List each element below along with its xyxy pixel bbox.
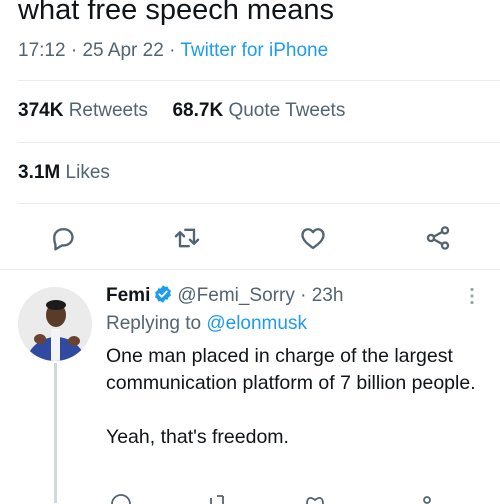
retweets-count: 374K	[18, 100, 64, 121]
reply-icon	[53, 228, 74, 251]
likes-stats-row: 3.1M Likes	[18, 162, 110, 184]
divider	[18, 203, 500, 204]
retweets-link[interactable]: 374K Retweets	[18, 100, 148, 121]
likes-link[interactable]: 3.1M Likes	[18, 162, 110, 183]
quote-tweets-label: Quote Tweets	[228, 100, 346, 121]
retweet-icon[interactable]	[207, 492, 229, 504]
reply-author-handle[interactable]: @Femi_Sorry	[177, 285, 294, 306]
more-vertical-icon	[470, 287, 474, 305]
reply-author-name[interactable]: Femi	[106, 285, 150, 306]
tweet-time[interactable]: 17:12	[18, 40, 66, 61]
like-button[interactable]	[293, 212, 333, 264]
thread-line	[54, 363, 57, 503]
retweet-icon	[174, 228, 200, 248]
reply-text: One man placed in charge of the largest …	[106, 343, 491, 451]
tweet-date[interactable]: 25 Apr 22	[82, 40, 163, 61]
share-button[interactable]	[418, 212, 458, 264]
retweet-stats-row: 374K Retweets 68.7K Quote Tweets	[18, 100, 345, 122]
tweet-source-link[interactable]: Twitter for iPhone	[180, 40, 328, 61]
share-icon	[426, 226, 450, 250]
reply-age[interactable]: 23h	[312, 285, 344, 306]
likes-count: 3.1M	[18, 162, 61, 183]
quote-tweets-count: 68.7K	[172, 100, 224, 121]
verified-badge-icon	[155, 285, 172, 303]
divider	[18, 80, 500, 81]
divider	[18, 142, 500, 143]
replying-to-mention[interactable]: @elonmusk	[206, 313, 307, 334]
more-options-button[interactable]	[462, 286, 482, 306]
quote-tweets-link[interactable]: 68.7K Quote Tweets	[172, 100, 345, 121]
reply-icon[interactable]	[110, 492, 132, 504]
reply-header: Femi @Femi_Sorry · 23h	[106, 285, 344, 306]
reply-text-paragraph: Yeah, that's freedom.	[106, 426, 289, 448]
retweet-button[interactable]	[167, 212, 207, 264]
tweet-meta: 17:12 · 25 Apr 22 · Twitter for iPhone	[18, 40, 329, 61]
likes-label: Likes	[65, 162, 110, 183]
divider	[0, 269, 500, 270]
replying-to-label: Replying to	[106, 313, 202, 334]
reply-text-paragraph: One man placed in charge of the largest …	[106, 345, 476, 394]
tweet-action-bar	[0, 212, 500, 264]
retweets-label: Retweets	[68, 100, 148, 121]
share-icon[interactable]	[410, 492, 432, 504]
avatar[interactable]	[18, 287, 92, 361]
reply-button[interactable]	[43, 212, 83, 264]
tweet-text: what free speech means	[18, 0, 334, 26]
like-icon[interactable]	[304, 492, 326, 504]
like-icon	[301, 228, 325, 250]
replying-to: Replying to @elonmusk	[106, 313, 307, 335]
avatar-image	[18, 287, 92, 361]
